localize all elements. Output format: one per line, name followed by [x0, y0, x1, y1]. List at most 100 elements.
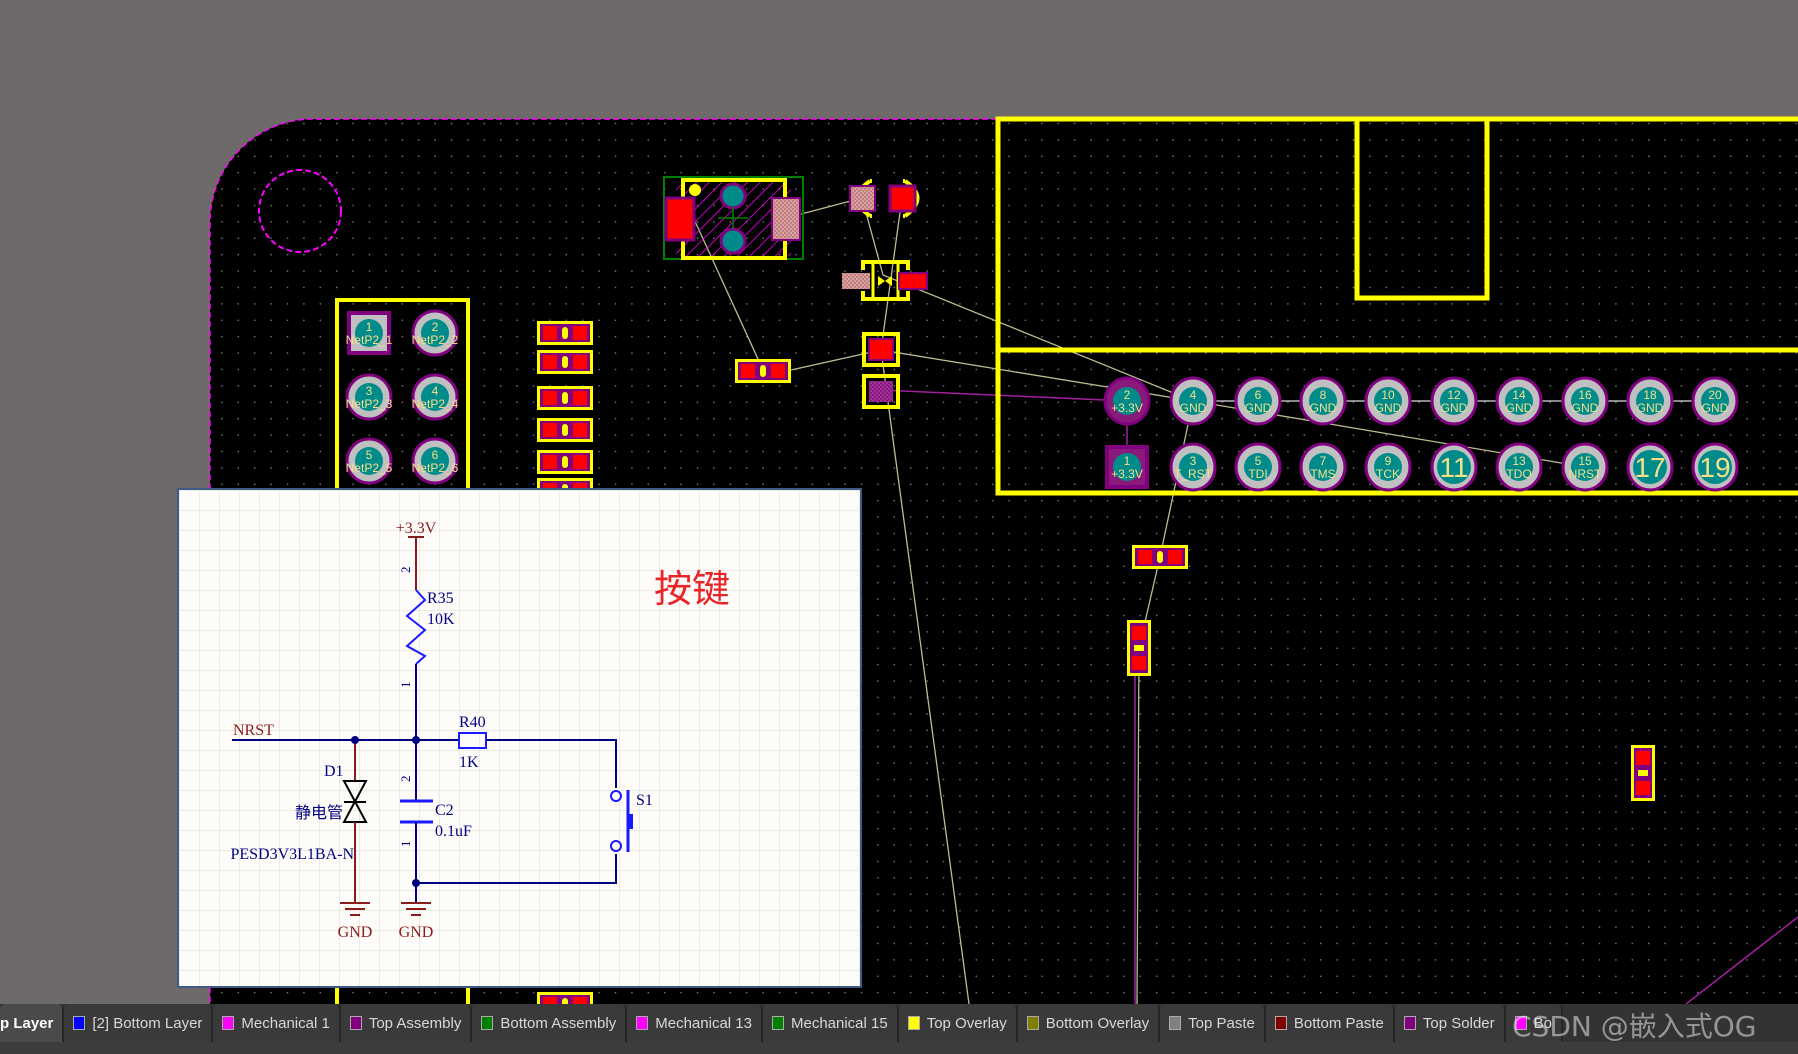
pad-net: GND — [1180, 401, 1207, 415]
pad-net: GND — [1637, 401, 1664, 415]
pad-19[interactable]: 19 — [1691, 442, 1739, 492]
pad-net: GND — [1310, 401, 1337, 415]
pad-7[interactable]: 7TMS — [1299, 442, 1347, 492]
pad-1[interactable]: 1NetP2_1 — [346, 311, 393, 355]
big-component[interactable] — [663, 176, 804, 260]
pad-4[interactable]: 4NetP2_4 — [411, 373, 459, 421]
layer-tab[interactable]: Mechanical 1 — [213, 1004, 341, 1042]
layer-tab[interactable]: Bo — [1505, 1004, 1563, 1042]
pad-number: 17 — [1634, 452, 1665, 483]
pad-net: T_RST — [1174, 467, 1213, 481]
layer-tab[interactable]: Top Assembly — [340, 1004, 473, 1042]
pad-11[interactable]: 11 — [1430, 442, 1478, 492]
vcc-label: +3.3V — [396, 520, 437, 537]
layer-tab-label: Bo — [1533, 1014, 1552, 1032]
pad-number: 18 — [1643, 388, 1657, 402]
pad-number: 2 — [432, 320, 439, 334]
pad-5[interactable]: 5TDI — [1234, 442, 1282, 492]
pad-13[interactable]: 13TDO — [1495, 442, 1543, 492]
pad-18[interactable]: 18GND — [1626, 376, 1674, 426]
layer-color-swatch — [73, 1016, 86, 1030]
s1-ref: S1 — [636, 792, 653, 809]
smd-resistor[interactable] — [1631, 745, 1655, 801]
smd-resistor[interactable] — [537, 450, 593, 474]
layer-tab-bar: p Layer [2] Bottom Layer Mechanical 1 Top A… — [0, 1004, 1798, 1054]
layer-tab[interactable]: Mechanical 15 — [762, 1004, 899, 1042]
smd-resistor[interactable] — [537, 321, 593, 345]
pad-net: NetP2_5 — [346, 461, 393, 475]
layer-tab[interactable]: Top Paste — [1160, 1004, 1266, 1042]
smd-resistor[interactable] — [735, 359, 791, 383]
pin-number: 1 — [398, 841, 413, 848]
gnd-label: GND — [338, 924, 373, 941]
smd-resistor[interactable] — [537, 418, 593, 442]
pad-1[interactable]: 1+3.3V — [1105, 445, 1149, 489]
layer-tab[interactable]: Top Solder — [1394, 1004, 1506, 1042]
pad-4[interactable]: 4GND — [1169, 376, 1217, 426]
layer-tab-label: Mechanical 13 — [655, 1014, 752, 1032]
r40-ref: R40 — [459, 714, 486, 731]
pad-2[interactable]: 2NetP2_2 — [411, 309, 459, 357]
pad-16[interactable]: 16GND — [1561, 376, 1609, 426]
layer-color-swatch — [1403, 1016, 1416, 1030]
smd-resistor[interactable] — [537, 350, 593, 374]
layer-color-swatch — [907, 1016, 920, 1030]
smd-resistor[interactable] — [1127, 620, 1151, 676]
pad-3[interactable]: 3NetP2_3 — [345, 373, 393, 421]
pad-net: GND — [1245, 401, 1272, 415]
pad-net: TCK — [1376, 467, 1400, 481]
layer-tab[interactable]: Bottom Assembly — [472, 1004, 628, 1042]
layer-color-swatch — [1169, 1016, 1182, 1030]
layer-tab[interactable]: Top Overlay — [898, 1004, 1018, 1042]
layer-tab-label: Top Solder — [1422, 1014, 1495, 1032]
pad-net: +3.3V — [1111, 401, 1143, 415]
pad-3[interactable]: 3T_RST — [1169, 442, 1217, 492]
r35-ref: R35 — [427, 590, 454, 607]
smd-resistor[interactable] — [537, 992, 593, 1005]
layer-color-swatch — [771, 1016, 784, 1030]
layer-tab-label: Top Overlay — [926, 1014, 1007, 1032]
pad-5[interactable]: 5NetP2_5 — [345, 437, 393, 485]
pin-number: 1 — [398, 682, 413, 689]
layer-color-swatch — [1026, 1016, 1039, 1030]
gnd-symbol — [401, 902, 431, 916]
layer-tab-label: Mechanical 1 — [241, 1014, 330, 1032]
pad-14[interactable]: 14GND — [1495, 376, 1543, 426]
pad-20[interactable]: 20GND — [1691, 376, 1739, 426]
pad-number: 8 — [1320, 388, 1327, 402]
pad-net: NetP2_2 — [412, 333, 459, 347]
layer-tab[interactable]: Bottom Overlay — [1017, 1004, 1161, 1042]
pad-12[interactable]: 12GND — [1430, 376, 1478, 426]
d1-part: PESD3V3L1BA-N — [230, 846, 354, 863]
pad-9[interactable]: 9TCK — [1364, 442, 1412, 492]
pad-6[interactable]: 6NetP2_6 — [411, 437, 459, 485]
pad-6[interactable]: 6GND — [1234, 376, 1282, 426]
layer-tab-label: Bottom Paste — [1293, 1014, 1384, 1032]
pad-number: 7 — [1320, 454, 1327, 468]
pad-number: 3 — [366, 384, 373, 398]
pad-net: TDO — [1506, 467, 1531, 481]
pad-number: 13 — [1512, 454, 1526, 468]
layer-color-swatch — [222, 1016, 235, 1030]
layer-tab[interactable]: Bottom Paste — [1265, 1004, 1395, 1042]
pad-10[interactable]: 10GND — [1364, 376, 1412, 426]
pad-number: 20 — [1708, 388, 1722, 402]
gnd-label: GND — [399, 924, 434, 941]
pad-number: 19 — [1699, 452, 1730, 483]
pad-number: 6 — [1255, 388, 1262, 402]
d1-ref: D1 — [324, 763, 344, 780]
layer-tab[interactable]: p Layer — [0, 1004, 65, 1042]
smd-resistor[interactable] — [537, 386, 593, 410]
smd-resistor[interactable] — [1132, 545, 1188, 569]
pad-15[interactable]: 15NRST — [1561, 442, 1609, 492]
layer-tab[interactable]: [2] Bottom Layer — [64, 1004, 214, 1042]
pad-net: GND — [1702, 401, 1729, 415]
pad-8[interactable]: 8GND — [1299, 376, 1347, 426]
status-strip — [0, 1042, 1798, 1054]
layer-color-swatch — [1514, 1016, 1527, 1030]
pad-17[interactable]: 17 — [1626, 442, 1674, 492]
layer-tab[interactable]: Mechanical 13 — [627, 1004, 763, 1042]
pad-net: NRST — [1569, 467, 1602, 481]
pad-2[interactable]: 2+3.3V — [1103, 376, 1151, 426]
c2-ref: C2 — [435, 802, 454, 819]
